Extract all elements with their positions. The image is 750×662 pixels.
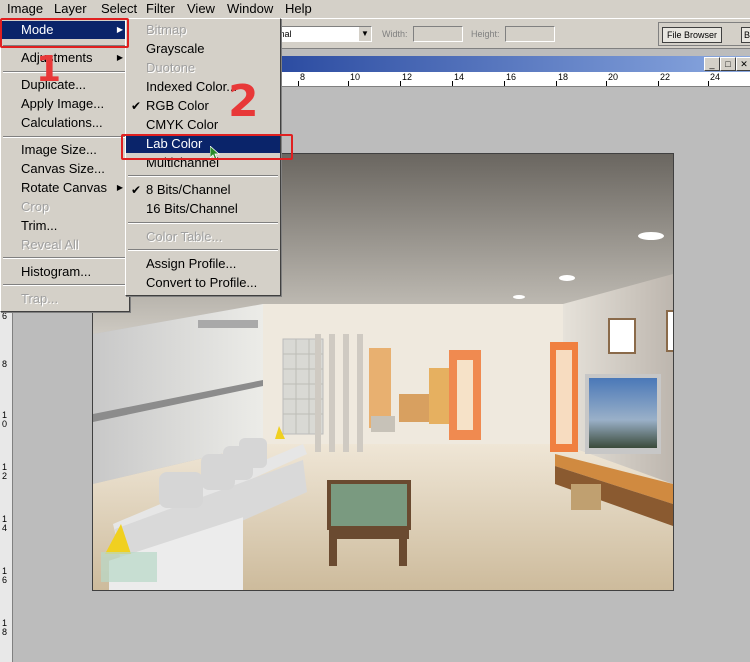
tab-file-browser[interactable]: File Browser xyxy=(662,27,723,43)
ruler-label: 12 xyxy=(402,72,413,82)
menu-filter[interactable]: Filter xyxy=(141,0,180,18)
checkmark-icon: ✔ xyxy=(131,183,142,197)
ruler-label: 1 6 xyxy=(2,566,8,585)
annotation-step-1: 1 xyxy=(36,49,62,90)
submenu-arrow-icon: ▶ xyxy=(116,183,123,192)
minimize-icon[interactable]: _ xyxy=(704,57,720,71)
menu-separator xyxy=(128,175,278,177)
menu-item-canvas-size[interactable]: Canvas Size... xyxy=(1,160,129,178)
annotation-step-2: 2 xyxy=(228,76,259,127)
menu-image[interactable]: Image xyxy=(2,0,49,18)
annotation-box-mode xyxy=(0,18,129,48)
width-field[interactable] xyxy=(413,26,463,42)
close-icon[interactable]: ✕ xyxy=(736,57,750,71)
menu-item-duotone: Duotone xyxy=(146,60,196,75)
submenu-arrow-icon: ▶ xyxy=(116,53,123,62)
menu-bar: Image Layer Select Filter View Window He… xyxy=(0,0,750,19)
menu-item-adjustments[interactable]: Adjustments ▶ xyxy=(1,49,129,67)
menu-item-grayscale[interactable]: Grayscale xyxy=(126,40,280,58)
menu-separator xyxy=(3,284,127,286)
image-menu: Mode ▶ Adjustments ▶ Duplicate... Apply … xyxy=(0,18,130,312)
menu-separator xyxy=(3,136,127,138)
menu-item-duplicate[interactable]: Duplicate... xyxy=(1,76,129,94)
menu-window[interactable]: Window xyxy=(222,0,278,18)
menu-item-image-size[interactable]: Image Size... xyxy=(1,141,129,159)
menu-view[interactable]: View xyxy=(182,0,220,18)
menu-item-label: Rotate Canvas xyxy=(21,180,107,195)
ruler-label: 1 4 xyxy=(2,514,8,533)
ruler-label: 6 xyxy=(2,311,8,321)
menu-item-label: 8 Bits/Channel xyxy=(146,182,231,197)
menu-item-histogram[interactable]: Histogram... xyxy=(1,263,129,281)
ruler-label: 8 xyxy=(2,359,8,369)
ruler-label: 10 xyxy=(350,72,361,82)
menu-layer[interactable]: Layer xyxy=(49,0,92,18)
height-label: Height: xyxy=(471,29,500,39)
width-label: Width: xyxy=(382,29,408,39)
annotation-box-lab-color xyxy=(121,134,293,160)
style-dropdown[interactable]: rmal ▼ xyxy=(270,26,372,42)
menu-separator xyxy=(128,222,278,224)
menu-item-8-bits[interactable]: ✔ 8 Bits/Channel xyxy=(126,181,280,199)
maximize-icon[interactable]: □ xyxy=(720,57,736,71)
ruler-label: 16 xyxy=(506,72,517,82)
ruler-label: 20 xyxy=(608,72,619,82)
ruler-label: 1 0 xyxy=(2,410,8,429)
menu-help[interactable]: Help xyxy=(280,0,317,18)
menu-item-assign-profile[interactable]: Assign Profile... xyxy=(126,255,280,273)
menu-separator xyxy=(128,249,278,251)
chevron-down-icon[interactable]: ▼ xyxy=(359,27,371,41)
menu-item-convert-to-profile[interactable]: Convert to Profile... xyxy=(126,274,280,292)
palette-well: File Browser B xyxy=(658,22,750,46)
menu-item-apply-image[interactable]: Apply Image... xyxy=(1,95,129,113)
menu-item-bitmap: Bitmap xyxy=(146,22,187,37)
menu-item-16-bits[interactable]: 16 Bits/Channel xyxy=(126,200,280,218)
ruler-label: 24 xyxy=(710,72,721,82)
horizontal-ruler: 8 10 12 14 16 18 20 22 24 xyxy=(270,72,750,87)
ruler-label: 1 8 xyxy=(2,618,8,637)
ruler-label: 18 xyxy=(558,72,569,82)
menu-item-trap: Trap... xyxy=(21,291,59,306)
menu-item-calculations[interactable]: Calculations... xyxy=(1,114,129,132)
menu-item-crop: Crop xyxy=(21,199,50,214)
menu-select[interactable]: Select xyxy=(96,0,142,18)
menu-separator xyxy=(3,71,127,73)
menu-item-rotate-canvas[interactable]: Rotate Canvas ▶ xyxy=(1,179,129,197)
menu-item-label: RGB Color xyxy=(146,98,209,113)
menu-item-trim[interactable]: Trim... xyxy=(1,217,129,235)
ruler-label: 8 xyxy=(300,72,306,82)
tab-b[interactable]: B xyxy=(741,27,750,43)
ruler-label: 1 2 xyxy=(2,462,8,481)
ruler-label: 14 xyxy=(454,72,465,82)
checkmark-icon: ✔ xyxy=(131,99,142,113)
menu-item-color-table: Color Table... xyxy=(146,229,223,244)
height-field[interactable] xyxy=(505,26,555,42)
menu-item-reveal-all: Reveal All xyxy=(21,237,79,252)
menu-separator xyxy=(3,257,127,259)
ruler-label: 22 xyxy=(660,72,671,82)
document-titlebar[interactable]: _ □ ✕ xyxy=(270,56,750,72)
